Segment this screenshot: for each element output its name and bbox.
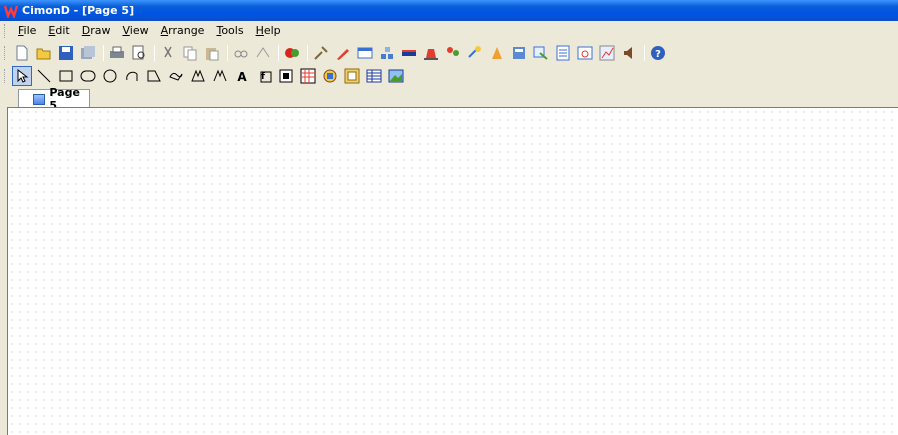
alarm-icon[interactable] (421, 43, 441, 63)
svg-text:?: ? (655, 49, 661, 60)
schedule-icon[interactable] (575, 43, 595, 63)
menu-file[interactable]: File (12, 21, 42, 41)
svg-text:f: f (261, 72, 265, 82)
button-tool-icon[interactable] (276, 66, 296, 86)
users-icon[interactable] (443, 43, 463, 63)
toolbar-separator (103, 45, 104, 61)
cut-icon[interactable] (158, 43, 178, 63)
polyline-tool-icon[interactable] (188, 66, 208, 86)
help-icon[interactable]: ? (648, 43, 668, 63)
toolbar-separator (278, 45, 279, 61)
tools-icon[interactable] (311, 43, 331, 63)
toolbar-separator (307, 45, 308, 61)
toolbar-grip[interactable] (4, 69, 8, 83)
curve-tool-icon[interactable] (210, 66, 230, 86)
table-tool-icon[interactable] (364, 66, 384, 86)
polygon-tool-icon[interactable] (144, 66, 164, 86)
rounded-rect-tool-icon[interactable] (78, 66, 98, 86)
database-icon[interactable] (509, 43, 529, 63)
menu-view[interactable]: View (116, 21, 154, 41)
save-all-icon[interactable] (78, 43, 98, 63)
open-folder-icon[interactable] (34, 43, 54, 63)
page-icon (33, 93, 46, 105)
script-icon[interactable] (465, 43, 485, 63)
toolbar-separator (227, 45, 228, 61)
pencil-red-icon[interactable] (333, 43, 353, 63)
find-icon[interactable] (231, 43, 251, 63)
cimon-app-icon[interactable] (3, 4, 19, 20)
network-icon[interactable] (377, 43, 397, 63)
menu-draw[interactable]: Draw (76, 21, 117, 41)
print-icon[interactable] (107, 43, 127, 63)
menu-arrange[interactable]: Arrange (155, 21, 211, 41)
line-tool-icon[interactable] (34, 66, 54, 86)
select-pointer-icon[interactable] (12, 66, 32, 86)
recipe-icon[interactable] (487, 43, 507, 63)
menubar-grip[interactable] (4, 24, 8, 38)
toolbar-separator (644, 45, 645, 61)
ellipse-tool-icon[interactable] (100, 66, 120, 86)
title-bar: CimonD - [Page 5] (0, 0, 898, 21)
cimon-logo-icon[interactable] (282, 43, 302, 63)
drawing-canvas[interactable] (7, 107, 898, 435)
chart-icon[interactable] (597, 43, 617, 63)
replace-icon[interactable] (253, 43, 273, 63)
page-tab-strip: Page 5 (0, 86, 898, 112)
print-preview-icon[interactable] (129, 43, 149, 63)
menu-edit[interactable]: Edit (42, 21, 75, 41)
report-icon[interactable] (553, 43, 573, 63)
toolbar-grip[interactable] (4, 46, 8, 60)
svg-text:A: A (237, 70, 247, 84)
grid-tool-icon[interactable] (298, 66, 318, 86)
text-tool-icon[interactable]: A (232, 66, 252, 86)
trend-icon[interactable] (531, 43, 551, 63)
window-icon[interactable] (355, 43, 375, 63)
symbol-library-icon[interactable] (320, 66, 340, 86)
menu-bar: File Edit Draw View Arrange Tools Help (0, 21, 898, 41)
picture-tool-icon[interactable] (386, 66, 406, 86)
image-frame-icon[interactable] (342, 66, 362, 86)
toolbar-separator (154, 45, 155, 61)
new-file-icon[interactable] (12, 43, 32, 63)
save-icon[interactable] (56, 43, 76, 63)
tag-bar-icon[interactable] (399, 43, 419, 63)
freehand-tool-icon[interactable] (166, 66, 186, 86)
text-box-tool-icon[interactable]: f (254, 66, 274, 86)
standard-toolbar: ? (0, 41, 898, 65)
tab-page-5[interactable]: Page 5 (18, 86, 90, 112)
arc-tool-icon[interactable] (122, 66, 142, 86)
copy-icon[interactable] (180, 43, 200, 63)
sound-icon[interactable] (619, 43, 639, 63)
draw-toolbar: A f (0, 64, 898, 88)
menu-tools[interactable]: Tools (210, 21, 249, 41)
rectangle-tool-icon[interactable] (56, 66, 76, 86)
paste-icon[interactable] (202, 43, 222, 63)
menu-help[interactable]: Help (250, 21, 287, 41)
window-title: CimonD - [Page 5] (22, 4, 135, 17)
